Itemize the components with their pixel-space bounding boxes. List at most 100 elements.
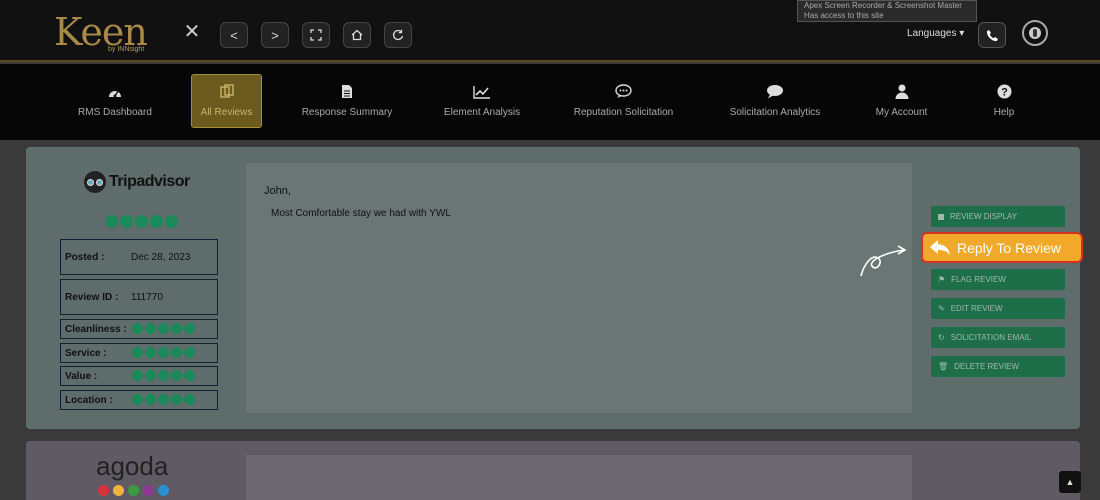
chevron-right-icon: > — [271, 27, 279, 43]
category-rating-dots — [132, 370, 195, 381]
nav-item-my-account[interactable]: My Account — [869, 74, 934, 128]
agoda-logo-dots — [98, 485, 169, 496]
main-nav: RMS Dashboard All Reviews Response Summa… — [0, 64, 1100, 140]
help-icon: ? — [997, 84, 1011, 99]
review-source: agoda — [96, 451, 169, 481]
pencil-icon: ✎ — [938, 304, 945, 313]
extension-name: Apex Screen Recorder & Screenshot Master — [804, 1, 962, 10]
reply-to-review-button[interactable]: Reply To Review — [921, 232, 1083, 263]
nav-item-reputation-solicitation[interactable]: Reputation Solicitation — [566, 74, 681, 128]
reviews-icon — [219, 84, 234, 98]
user-icon — [895, 84, 908, 99]
square-icon — [938, 213, 944, 220]
nav-item-solicitation-analytics[interactable]: Solicitation Analytics — [722, 74, 828, 128]
nav-label: Response Summary — [301, 107, 393, 118]
review-content-panel: John, Most Comfortable stay we had with … — [246, 163, 912, 413]
posted-label: Posted : — [65, 252, 105, 263]
user-badge-icon — [1029, 27, 1041, 39]
review-id-box: Review ID : 111770 — [60, 279, 218, 315]
extension-popup: Apex Screen Recorder & Screenshot Master… — [797, 0, 977, 22]
nav-label: Help — [993, 107, 1015, 118]
nav-item-element-analysis[interactable]: Element Analysis — [438, 74, 526, 128]
nav-item-response-summary[interactable]: Response Summary — [296, 74, 398, 128]
nav-item-help[interactable]: ? Help — [984, 74, 1024, 128]
back-button[interactable]: < — [220, 22, 248, 48]
button-label: Reply To Review — [957, 239, 1062, 256]
nav-item-all-reviews[interactable]: All Reviews — [191, 74, 262, 128]
category-rating-cleanliness: Cleanliness : — [60, 319, 218, 339]
category-rating-dots — [132, 394, 195, 405]
review-card-agoda: agoda — [26, 441, 1080, 500]
nav-label: All Reviews — [200, 107, 253, 118]
flag-icon: ⚑ — [938, 275, 946, 284]
home-button[interactable] — [343, 22, 371, 48]
button-label: DELETE REVIEW — [954, 362, 1020, 371]
chevron-left-icon: < — [230, 27, 238, 43]
category-label: Location : — [65, 395, 113, 406]
fullscreen-button[interactable] — [302, 22, 330, 48]
phone-button[interactable] — [978, 22, 1006, 48]
caret-up-icon: ▲ — [1065, 477, 1075, 487]
review-display-button[interactable]: REVIEW DISPLAY — [931, 206, 1065, 227]
chat-icon — [767, 85, 783, 99]
category-rating-service: Service : — [60, 343, 218, 363]
rating-dot — [135, 215, 148, 228]
posted-date: Dec 28, 2023 — [131, 252, 191, 263]
account-circle-button[interactable] — [1022, 20, 1048, 46]
flag-review-button[interactable]: ⚑ FLAG REVIEW — [931, 269, 1065, 290]
tripadvisor-logo: Tripadvisor — [84, 171, 190, 193]
overall-rating — [105, 215, 178, 228]
nav-item-rms-dashboard[interactable]: RMS Dashboard — [70, 74, 160, 128]
category-label: Cleanliness : — [65, 324, 127, 335]
category-rating-dots — [132, 323, 195, 334]
logo-dot — [128, 485, 139, 496]
nav-label: Reputation Solicitation — [573, 107, 674, 118]
button-label: REVIEW DISPLAY — [950, 212, 1017, 221]
fullscreen-icon — [310, 29, 322, 41]
nav-label: My Account — [875, 107, 928, 118]
logo-dot — [98, 485, 109, 496]
svg-text:?: ? — [1001, 87, 1008, 99]
review-card: Tripadvisor Posted : Dec 28, 2023 Review… — [26, 147, 1080, 429]
home-icon — [351, 29, 363, 41]
rating-dot — [105, 215, 118, 228]
refresh-icon: ↻ — [938, 333, 945, 342]
languages-label: Languages — [907, 28, 957, 39]
reply-arrow-icon — [930, 239, 950, 255]
review-source: Tripadvisor — [109, 173, 190, 190]
document-icon — [342, 85, 352, 98]
rating-dot — [120, 215, 133, 228]
logo-dot — [113, 485, 124, 496]
edit-review-button[interactable]: ✎ EDIT REVIEW — [931, 298, 1065, 319]
refresh-icon — [393, 29, 404, 41]
trash-icon: 🗑 — [938, 362, 949, 371]
nav-label: RMS Dashboard — [78, 106, 152, 118]
review-id-label: Review ID : — [65, 292, 119, 303]
rating-dot — [165, 215, 178, 228]
languages-dropdown[interactable]: Languages ▾ — [907, 28, 964, 39]
nav-label: Solicitation Analytics — [729, 107, 821, 118]
review-id-value: 111770 — [131, 292, 163, 303]
delete-review-button[interactable]: 🗑 DELETE REVIEW — [931, 356, 1065, 377]
rating-dot — [150, 215, 163, 228]
button-label: FLAG REVIEW — [951, 275, 1006, 284]
solicitation-email-button[interactable]: ↻ SOLICITATION EMAIL — [931, 327, 1065, 348]
dashboard-icon — [109, 90, 121, 97]
category-label: Value : — [65, 371, 98, 382]
close-icon[interactable]: ✕ — [182, 22, 202, 42]
button-label: SOLICITATION EMAIL — [950, 333, 1032, 342]
tripadvisor-owl-icon — [84, 171, 106, 193]
forward-button[interactable]: > — [261, 22, 289, 48]
category-rating-location: Location : — [60, 390, 218, 410]
scroll-to-top-button[interactable]: ▲ — [1059, 471, 1081, 493]
keen-logo[interactable]: Keen by INNsight — [54, 10, 154, 56]
nav-label: Element Analysis — [443, 106, 521, 118]
logo-subtext: by INNsight — [108, 46, 145, 53]
category-label: Service : — [65, 348, 107, 359]
refresh-button[interactable] — [384, 22, 412, 48]
category-rating-value: Value : — [60, 366, 218, 386]
category-rating-dots — [132, 347, 195, 358]
review-content-panel — [246, 455, 912, 500]
button-label: EDIT REVIEW — [950, 304, 1003, 313]
phone-icon — [986, 29, 998, 41]
